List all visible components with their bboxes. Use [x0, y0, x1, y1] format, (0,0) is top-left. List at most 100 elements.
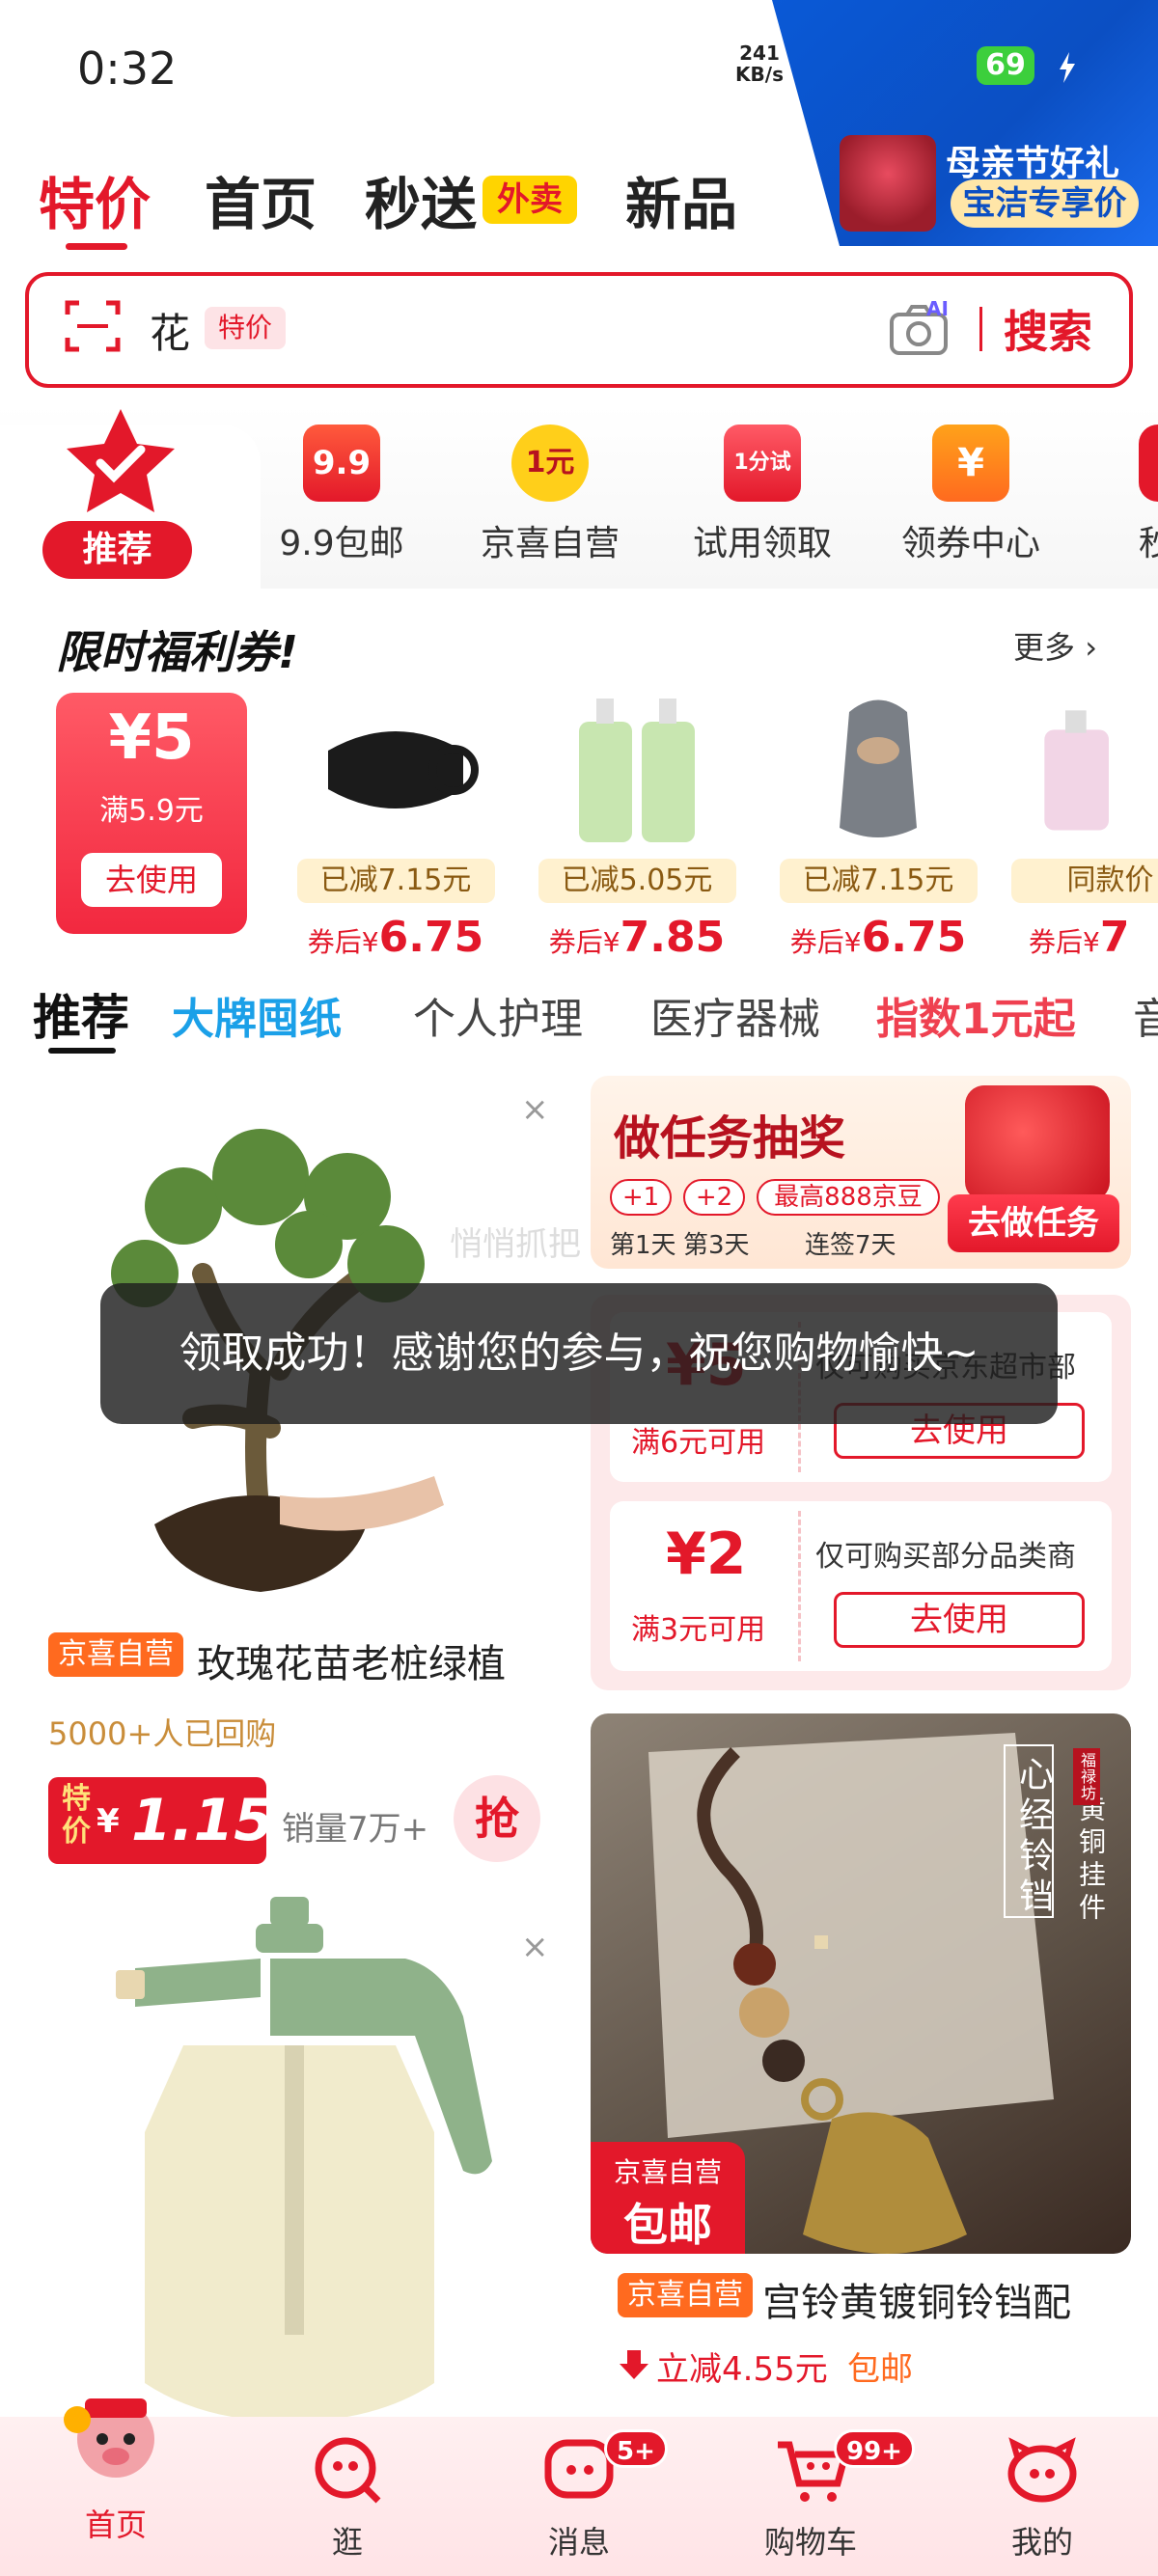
free-shipping-label: 京喜自营 包邮	[591, 2142, 745, 2254]
content-tab-underline	[48, 1048, 116, 1054]
deal-product[interactable]: 已减5.05元 券后¥7.85	[531, 693, 743, 962]
tab-tejia[interactable]: 特价	[39, 159, 151, 240]
price-currency: ¥	[96, 1802, 120, 1841]
nav-profile[interactable]: 我的	[965, 2431, 1119, 2562]
deal-product[interactable]: 同款价 券后¥7	[1011, 693, 1158, 962]
price-prefix: 券后¥	[789, 926, 862, 958]
coupon-amount: ¥2	[666, 1521, 747, 1588]
deal-discount: 同款价	[1011, 859, 1158, 903]
coupon-condition: 满3元可用	[631, 1613, 766, 1647]
price-99-icon: 9.9	[303, 425, 380, 502]
jingxi-tag: 京喜自营	[618, 2273, 753, 2317]
chevron-right-icon: ›	[1085, 629, 1097, 666]
battery-indicator: 69	[977, 46, 1034, 85]
mascot-icon	[64, 2398, 154, 2478]
coupon-yen-icon: ¥	[932, 425, 1009, 502]
deal-price: 券后¥7.85	[531, 913, 743, 962]
coupon-amount: ¥5	[108, 702, 195, 774]
nav-label: 首页	[84, 2507, 147, 2543]
search-input[interactable]: 花	[150, 301, 190, 360]
close-icon[interactable]: ×	[521, 1928, 549, 1966]
close-icon[interactable]: ×	[521, 1090, 549, 1129]
day3-reward: +2	[683, 1179, 745, 1216]
content-tab-medical[interactable]: 医疗器械	[650, 984, 820, 1046]
content-tab-partial[interactable]: 音	[1133, 984, 1158, 1046]
search-divider	[979, 307, 982, 351]
content-tab-recommend[interactable]: 推荐	[33, 979, 129, 1049]
deal-discount: 已减7.15元	[296, 859, 495, 903]
category-label: 领券中心	[900, 524, 1040, 563]
mask-icon	[328, 731, 479, 808]
deal-price: 券后¥7	[1011, 913, 1158, 962]
sprayer-image[interactable]	[39, 1891, 560, 2417]
product-price: 1.15	[131, 1787, 275, 1854]
grab-button[interactable]: 抢	[454, 1775, 540, 1862]
scan-icon[interactable]	[64, 297, 122, 355]
category-label-partial[interactable]: 秒	[1139, 515, 1158, 565]
deal-price: 券后¥6.75	[772, 913, 984, 962]
day3-label: 第3天	[683, 1231, 750, 1260]
cart-badge: 99+	[834, 2429, 915, 2468]
star-check-icon[interactable]	[58, 405, 183, 521]
coupon-description: 仅可购买部分品类商	[815, 1540, 1076, 1574]
red-envelope-icon	[965, 1085, 1110, 1201]
tab-miaosong[interactable]: 秒送	[365, 159, 477, 240]
sales-count: 销量7万+	[282, 1810, 429, 1849]
coupon-use-button[interactable]: 去使用	[81, 853, 222, 907]
content-tab-personal-care[interactable]: 个人护理	[413, 984, 583, 1046]
nav-label: 我的	[1010, 2524, 1073, 2561]
ai-label: AI	[926, 297, 949, 320]
do-task-button[interactable]: 去做任务	[948, 1194, 1119, 1252]
partial-icon[interactable]	[1139, 425, 1158, 502]
more-link[interactable]: 更多 ›	[1013, 623, 1097, 668]
brand-seal: 福禄坊	[1073, 1748, 1100, 1805]
special-price-label: 特价	[62, 1782, 91, 1849]
nav-home[interactable]: 首页	[39, 2381, 193, 2545]
product-title[interactable]: 宫铃黄镀铜铃铛配	[762, 2271, 1129, 2327]
category-trial[interactable]: 1分试 试用领取	[685, 425, 840, 565]
label-top: 京喜自营	[613, 2156, 722, 2188]
banner-subtitle[interactable]: 宝洁专享价	[951, 179, 1139, 228]
nav-label: 逛	[331, 2524, 363, 2561]
vertical-subtitle: 黄铜挂件	[1075, 1795, 1107, 1926]
deal-product[interactable]: 已减7.15元 券后¥6.75	[290, 693, 502, 962]
search-bar[interactable]	[25, 272, 1133, 388]
price-prefix: 券后¥	[307, 926, 379, 958]
price-value: 7	[1099, 913, 1130, 962]
tab-new[interactable]: 新品	[625, 159, 737, 240]
category-label: 京喜自营	[480, 524, 620, 563]
category-recommend[interactable]: 推荐	[42, 521, 192, 579]
net-speed: 241 KB/s	[735, 41, 784, 86]
down-arrow-icon	[620, 2350, 648, 2379]
max-reward: 最高888京豆	[757, 1179, 940, 1216]
deal-price: 券后¥6.75	[290, 913, 502, 962]
category-coupons[interactable]: ¥ 领券中心	[894, 425, 1048, 565]
trial-bag-icon: 1分试	[724, 425, 801, 502]
category-jingxi[interactable]: 1元 京喜自营	[473, 425, 627, 565]
tab-home[interactable]: 首页	[205, 159, 317, 240]
price-value: 6.75	[378, 913, 484, 962]
category-label: 9.9包邮	[279, 524, 404, 563]
banner-title: 母亲节好礼	[946, 144, 1120, 183]
category-99[interactable]: 9.9 9.9包邮	[264, 425, 419, 565]
section-title: 限时福利券!	[56, 626, 298, 678]
content-tab-paper[interactable]: 大牌囤纸	[172, 984, 342, 1046]
product-title[interactable]: 玫瑰花苗老桩绿植	[197, 1632, 506, 1688]
price-value: 7.85	[620, 913, 726, 962]
task-title: 做任务抽奖	[614, 1111, 846, 1165]
more-label: 更多	[1013, 629, 1076, 666]
message-badge: 5+	[604, 2429, 668, 2468]
coupon-use-button[interactable]: 去使用	[834, 1592, 1085, 1648]
bottles-icon	[579, 699, 695, 842]
content-tab-one-yuan[interactable]: 指数1元起	[876, 984, 1076, 1046]
lotion-icon	[1044, 710, 1109, 831]
nav-label: 消息	[547, 2524, 610, 2561]
label-bottom: 包邮	[623, 2199, 712, 2251]
vertical-title: 心经铃铛	[1013, 1756, 1053, 1918]
day1-reward: +1	[610, 1179, 672, 1216]
free-shipping-text: 包邮	[847, 2350, 913, 2389]
deal-product[interactable]: 已减7.15元 券后¥6.75	[772, 693, 984, 962]
search-button[interactable]: 搜索	[1004, 297, 1092, 361]
nav-browse[interactable]: 逛	[270, 2431, 425, 2562]
browse-icon	[315, 2437, 381, 2504]
